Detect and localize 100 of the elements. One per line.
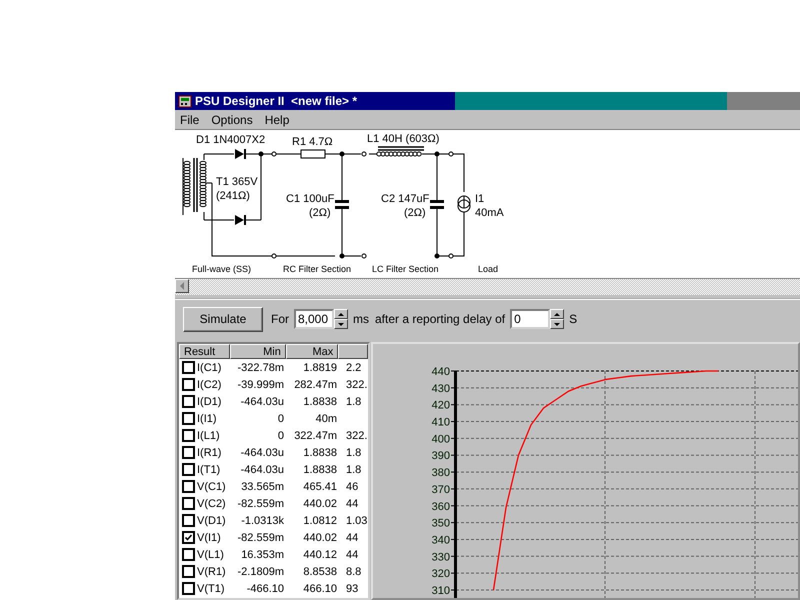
- checkbox[interactable]: [182, 361, 195, 374]
- result-name: V(R1): [197, 566, 226, 578]
- scroll-left-button[interactable]: [175, 279, 189, 293]
- result-row[interactable]: I(C2) -39.999m 282.47m 322.: [179, 376, 368, 393]
- result-row[interactable]: V(R1) -2.1809m 8.8538 8.8: [179, 563, 368, 580]
- table-cell: 1.03: [346, 514, 368, 526]
- y-tick-label: 320: [432, 568, 450, 580]
- checkbox[interactable]: [182, 429, 195, 442]
- table-cell: 8.8: [346, 566, 362, 578]
- max-value: 282.47m: [294, 378, 337, 390]
- table-cell: 2.2: [346, 362, 362, 374]
- table-cell: 44: [346, 548, 358, 560]
- y-tick-label: 370: [432, 484, 450, 496]
- section-label: RC Filter Section: [283, 264, 352, 274]
- section-label: LC Filter Section: [372, 264, 439, 274]
- result-row[interactable]: I(L1) 0 322.47m 322.: [179, 427, 368, 444]
- down-arrow-icon: [554, 322, 560, 326]
- y-tick-label: 340: [432, 534, 450, 546]
- min-value: 33.565m: [241, 480, 284, 492]
- result-name: I(I1): [197, 412, 217, 424]
- component-label: (2Ω): [309, 207, 331, 219]
- checkbox[interactable]: [182, 514, 195, 527]
- max-value: 1.0812: [303, 514, 337, 526]
- checkbox[interactable]: [182, 395, 195, 408]
- simulate-button[interactable]: Simulate: [183, 306, 263, 332]
- checkbox[interactable]: [182, 531, 195, 544]
- y-tick-label: 330: [432, 551, 450, 564]
- result-name: V(T1): [197, 582, 224, 594]
- y-tick-label: 420: [432, 400, 450, 412]
- checkbox[interactable]: [182, 480, 195, 493]
- y-tick-label: 350: [432, 518, 450, 530]
- result-row[interactable]: I(R1) -464.03u 1.8838 1.8: [179, 444, 368, 461]
- max-value: 1.8838: [303, 396, 337, 408]
- min-value: -82.559m: [238, 498, 284, 510]
- delay-field[interactable]: 0: [510, 309, 550, 329]
- window-title: PSU Designer II <new file> *: [195, 94, 358, 108]
- result-name: V(L1): [197, 548, 224, 560]
- component-label: L1 40H (603Ω): [367, 133, 440, 145]
- max-value: 1.8838: [303, 464, 337, 476]
- column-header[interactable]: [338, 344, 368, 359]
- result-row[interactable]: V(I1) -82.559m 440.02 44: [179, 529, 368, 546]
- horizontal-scrollbar[interactable]: [175, 278, 800, 295]
- component-label: T1 365V: [216, 176, 258, 188]
- checkbox[interactable]: [182, 565, 195, 578]
- component-label: R1 4.7Ω: [292, 136, 333, 148]
- checkbox[interactable]: [182, 412, 195, 425]
- y-tick-label: 310: [432, 585, 450, 597]
- down-arrow-icon: [338, 322, 344, 326]
- min-value: 0: [278, 430, 284, 442]
- table-cell: 1.8: [346, 464, 362, 476]
- checkbox[interactable]: [182, 582, 195, 595]
- y-tick-label: 360: [432, 500, 450, 513]
- duration-field[interactable]: 8,000: [294, 309, 334, 329]
- menu-item[interactable]: Help: [264, 112, 290, 126]
- max-value: 40m: [316, 412, 337, 424]
- checkbox[interactable]: [182, 548, 195, 561]
- min-value: -322.78m: [238, 362, 284, 374]
- checkbox[interactable]: [182, 463, 195, 476]
- column-header[interactable]: Max: [286, 344, 338, 359]
- result-row[interactable]: V(C2) -82.559m 440.02 44: [179, 495, 368, 512]
- result-row[interactable]: I(D1) -464.03u 1.8838 1.8: [179, 393, 368, 410]
- table-cell: 44: [346, 498, 358, 510]
- table-cell: 1.8: [346, 446, 362, 458]
- spin-down-button[interactable]: [550, 319, 564, 329]
- spin-down-button[interactable]: [334, 319, 348, 329]
- result-row[interactable]: V(T1) -466.10 466.10 93: [179, 580, 368, 597]
- result-row[interactable]: I(C1) -322.78m 1.8819 2.2: [179, 359, 368, 376]
- circuit-drawing[interactable]: [182, 146, 470, 258]
- unit-label: S: [569, 312, 578, 326]
- spin-up-button[interactable]: [334, 309, 348, 319]
- result-name: I(D1): [197, 396, 222, 408]
- min-value: -466.10: [246, 582, 284, 594]
- checkbox[interactable]: [182, 378, 195, 391]
- table-cell: 46: [346, 480, 358, 492]
- column-header[interactable]: Result: [179, 344, 230, 359]
- column-header[interactable]: Min: [230, 344, 286, 359]
- result-row[interactable]: V(D1) -1.0313k 1.0812 1.03: [179, 512, 368, 529]
- min-value: -464.03u: [240, 396, 284, 408]
- result-name: V(I1): [197, 532, 221, 544]
- y-tick-label: 440: [432, 366, 450, 378]
- result-row[interactable]: I(I1) 0 40m: [179, 410, 368, 427]
- delay-label: after a reporting delay of: [375, 312, 506, 326]
- spin-up-button[interactable]: [550, 309, 564, 319]
- result-name: V(D1): [197, 514, 226, 526]
- result-name: I(L1): [197, 430, 220, 442]
- result-row[interactable]: V(C1) 33.565m 465.41 46: [179, 478, 368, 495]
- result-name: I(C1): [197, 362, 222, 374]
- result-row[interactable]: V(L1) 16.353m 440.12 44: [179, 546, 368, 563]
- component-label: I1: [475, 193, 484, 205]
- result-row[interactable]: I(T1) -464.03u 1.8838 1.8: [179, 461, 368, 478]
- menu-item[interactable]: File: [179, 112, 200, 126]
- checkbox[interactable]: [182, 446, 195, 459]
- menu-item[interactable]: Options: [210, 112, 254, 126]
- section-label: Load: [478, 264, 498, 274]
- table-cell: 1.8: [346, 396, 362, 408]
- checkbox[interactable]: [182, 497, 195, 510]
- y-tick-label: 380: [432, 467, 450, 480]
- max-value: 465.41: [303, 480, 337, 492]
- up-arrow-icon: [338, 312, 344, 316]
- left-arrow-icon: [180, 282, 184, 290]
